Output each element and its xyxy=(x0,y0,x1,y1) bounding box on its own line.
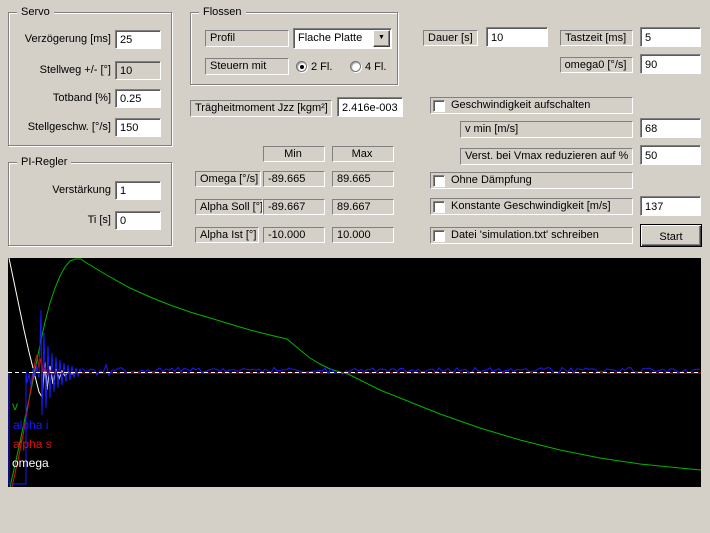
verzoegerung-input[interactable] xyxy=(115,30,161,49)
omega-min-value: -89.665 xyxy=(263,171,325,187)
stellgeschw-input[interactable] xyxy=(115,118,161,137)
checkbox-konstante-geschwindigkeit[interactable]: Konstante Geschwindigkeit [m/s] xyxy=(430,198,633,215)
ti-input[interactable] xyxy=(115,211,161,230)
omega0-label: omega0 [°/s] xyxy=(560,57,633,73)
verstaerkung-label: Verstärkung xyxy=(11,183,111,197)
tastzeit-input[interactable] xyxy=(640,27,701,47)
chevron-down-icon[interactable]: ▼ xyxy=(373,30,390,47)
checkbox-box[interactable] xyxy=(433,100,445,112)
radio-2fl-label: 2 Fl. xyxy=(311,61,332,73)
vmin-input[interactable] xyxy=(640,118,701,138)
start-button[interactable]: Start xyxy=(640,224,702,247)
checkbox-konstante-label: Konstante Geschwindigkeit [m/s] xyxy=(451,200,611,213)
servo-group-title: Servo xyxy=(17,5,54,19)
flossen-group-title: Flossen xyxy=(199,5,246,19)
radio-2fl[interactable]: 2 Fl. xyxy=(296,60,332,74)
omega-max-value: 89.665 xyxy=(332,171,394,187)
curve-alpha_s xyxy=(12,355,701,487)
profil-label: Profil xyxy=(205,30,289,47)
dauer-input[interactable] xyxy=(486,27,548,47)
alpha-ist-min-value: -10.000 xyxy=(263,227,325,243)
totband-input[interactable] xyxy=(115,89,161,108)
checkbox-ohne-daempfung[interactable]: Ohne Dämpfung xyxy=(430,172,633,189)
verstaerkung-input[interactable] xyxy=(115,181,161,200)
alpha-ist-max-value: 10.000 xyxy=(332,227,394,243)
omega0-input[interactable] xyxy=(640,54,701,74)
simulation-app-window: { "servo": { "title": "Servo", "rows": [… xyxy=(0,0,710,533)
plot-legend-alpha-s: alpha s xyxy=(13,437,52,451)
plot-legend-v: v xyxy=(12,399,18,413)
radio-4fl-circle[interactable] xyxy=(350,61,361,72)
checkbox-geschwindigkeit-aufschalten[interactable]: Geschwindigkeit aufschalten xyxy=(430,97,633,114)
radio-selected-dot xyxy=(300,65,304,69)
alpha-soll-min-value: -89.667 xyxy=(263,199,325,215)
plot-legend-alpha-i: alpha i xyxy=(13,418,48,432)
traegheitsmoment-label: Trägheitmoment Jzz [kgm²] xyxy=(190,100,332,117)
checkbox-box[interactable] xyxy=(433,175,445,187)
stellweg-input xyxy=(115,61,161,80)
ti-label: Ti [s] xyxy=(11,213,111,227)
checkbox-datei-label: Datei 'simulation.txt' schreiben xyxy=(451,229,599,242)
alpha-soll-row-label: Alpha Soll [°] xyxy=(195,199,263,215)
curve-omega xyxy=(9,258,118,397)
minmax-max-header: Max xyxy=(332,146,394,162)
stellgeschw-label: Stellgeschw. [°/s] xyxy=(11,120,111,134)
profil-dropdown-value: Flache Platte xyxy=(294,29,372,48)
checkbox-box[interactable] xyxy=(433,201,445,213)
tastzeit-label: Tastzeit [ms] xyxy=(560,30,633,46)
verst-vmax-label: Verst. bei Vmax reduzieren auf % xyxy=(460,148,633,165)
pi-regler-group-title: PI-Regler xyxy=(17,155,71,169)
checkbox-datei-schreiben[interactable]: Datei 'simulation.txt' schreiben xyxy=(430,227,633,244)
steuern-mit-label: Steuern mit xyxy=(205,58,289,75)
minmax-min-header: Min xyxy=(263,146,325,162)
verst-vmax-input[interactable] xyxy=(640,145,701,165)
traegheitsmoment-input[interactable] xyxy=(337,97,403,117)
radio-4fl-label: 4 Fl. xyxy=(365,61,386,73)
plot-legend-omega: omega xyxy=(12,456,49,470)
simulation-plot: v alpha i alpha s omega xyxy=(8,258,701,487)
checkbox-ohne-daempfung-label: Ohne Dämpfung xyxy=(451,174,532,187)
dauer-label: Dauer [s] xyxy=(423,30,478,46)
radio-2fl-circle[interactable] xyxy=(296,61,307,72)
stellweg-label: Stellweg +/- [°] xyxy=(11,63,111,77)
vmin-label: v min [m/s] xyxy=(460,121,633,138)
profil-dropdown[interactable]: Flache Platte ▼ xyxy=(293,28,392,49)
radio-4fl[interactable]: 4 Fl. xyxy=(350,60,386,74)
alpha-soll-max-value: 89.667 xyxy=(332,199,394,215)
checkbox-box[interactable] xyxy=(433,230,445,242)
checkbox-geschwindigkeit-label: Geschwindigkeit aufschalten xyxy=(451,99,590,112)
konstante-geschwindigkeit-input[interactable] xyxy=(640,196,701,216)
servo-groupbox: Servo Verzögerung [ms] Stellweg +/- [°] … xyxy=(8,12,172,146)
curve-alpha_i_noise xyxy=(82,365,700,376)
pi-regler-groupbox: PI-Regler Verstärkung Ti [s] xyxy=(8,162,172,246)
omega-row-label: Omega [°/s] xyxy=(195,171,261,187)
alpha-ist-row-label: Alpha Ist [°] xyxy=(195,227,259,243)
verzoegerung-label: Verzögerung [ms] xyxy=(11,32,111,46)
simulation-plot-canvas: v alpha i alpha s omega xyxy=(8,258,701,487)
totband-label: Totband [%] xyxy=(11,91,111,105)
flossen-groupbox: Flossen Profil Flache Platte ▼ Steuern m… xyxy=(190,12,398,85)
